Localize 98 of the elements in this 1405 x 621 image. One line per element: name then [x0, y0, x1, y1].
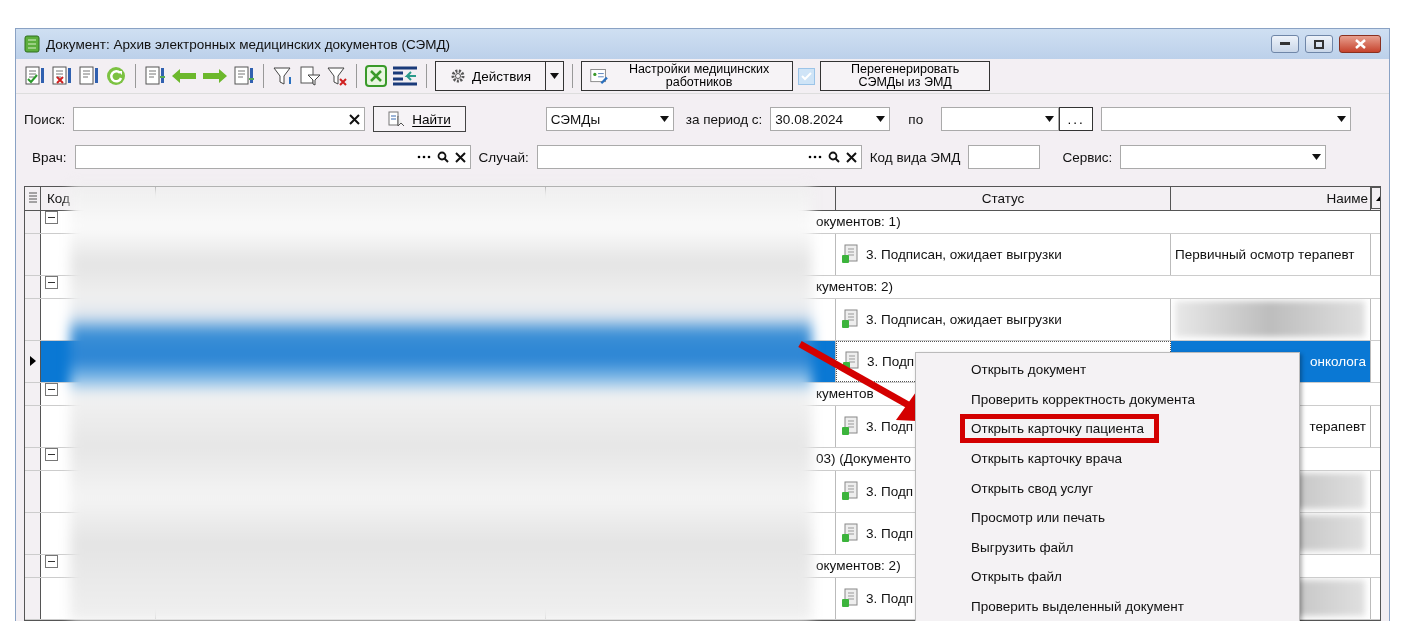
group-title: 03) (Документо — [816, 451, 911, 467]
row-header[interactable] — [25, 512, 41, 554]
gear-icon — [450, 68, 466, 84]
period-label: за период с: — [685, 111, 763, 127]
doctor-label: Врач: — [32, 149, 67, 165]
search-icon[interactable] — [436, 151, 449, 163]
document-delete-icon[interactable] — [51, 65, 73, 87]
staff-settings-button[interactable]: Настройки медицинских работников — [581, 61, 794, 91]
case-field[interactable] — [536, 145, 862, 169]
minimize-button[interactable] — [1271, 35, 1299, 53]
regenerate-button[interactable]: Перегенерировать СЭМДы из ЭМД — [820, 61, 991, 91]
list-icon[interactable] — [144, 65, 166, 87]
collapse-toggle[interactable] — [45, 382, 58, 396]
document-icon[interactable] — [78, 65, 100, 87]
menu-item[interactable]: Открыть карточку пациента — [960, 414, 1160, 444]
actions-button[interactable]: Действия — [435, 61, 547, 91]
ellipsis-icon[interactable] — [416, 155, 431, 159]
caret-icon — [1045, 116, 1055, 122]
find-icon — [388, 111, 407, 127]
search-field[interactable] — [73, 107, 366, 131]
minus-icon — [48, 388, 55, 390]
column-header[interactable]: Код — [47, 190, 70, 206]
clear-icon[interactable] — [349, 113, 361, 125]
group-title: кументов — [816, 386, 874, 402]
row-header[interactable] — [25, 577, 41, 619]
minus-icon — [48, 216, 55, 218]
status-cell: 3. Подписан, ожидает выгрузки — [836, 233, 1171, 275]
actions-dropdown[interactable] — [546, 61, 565, 91]
row-header[interactable] — [25, 447, 41, 470]
collapse-toggle[interactable] — [45, 275, 58, 289]
document-check-icon[interactable] — [24, 65, 46, 87]
signed-document-icon — [840, 243, 860, 266]
find-button[interactable]: Найти — [373, 106, 466, 132]
columns-icon[interactable] — [392, 66, 418, 86]
collapse-toggle[interactable] — [45, 555, 58, 568]
minus-icon — [48, 281, 55, 283]
row-pointer-icon — [29, 356, 36, 367]
staff-list-icon — [590, 66, 608, 86]
clear-icon[interactable] — [845, 151, 857, 163]
ellipsis-icon[interactable] — [807, 155, 822, 159]
row-header[interactable] — [25, 340, 41, 382]
to-label: по — [908, 111, 924, 127]
group-title: кументов: 2) — [816, 279, 894, 295]
checkbox[interactable] — [798, 67, 816, 85]
document-type-dropdown[interactable]: СЭМДы — [545, 107, 674, 131]
collapse-toggle[interactable] — [45, 447, 58, 461]
column-header[interactable]: Статус — [836, 187, 1171, 210]
row-header[interactable] — [25, 233, 41, 275]
spreadsheet-icon[interactable] — [365, 65, 387, 87]
signed-document-icon — [840, 415, 860, 438]
caret-icon — [876, 116, 886, 122]
filter-clear-icon[interactable] — [326, 65, 348, 87]
row-header[interactable] — [25, 382, 41, 405]
signed-document-icon — [840, 587, 860, 610]
search-label: Поиск: — [24, 111, 66, 127]
filter-icon[interactable] — [272, 65, 294, 87]
caret-icon — [659, 116, 669, 122]
group-title: окументов: 1) — [816, 214, 901, 230]
close-button[interactable] — [1339, 35, 1381, 53]
maximize-button[interactable] — [1305, 35, 1333, 53]
service-label: Сервис: — [1062, 149, 1113, 165]
doctor-field[interactable] — [74, 145, 471, 169]
app-icon — [24, 35, 40, 53]
name-cell: Первичный осмотр терапевт — [1171, 233, 1371, 275]
row-header[interactable] — [25, 405, 41, 447]
caret-icon — [1312, 154, 1322, 160]
list-icon[interactable] — [233, 65, 255, 87]
check-icon — [801, 71, 813, 81]
minimize-icon — [1280, 42, 1290, 46]
signed-document-icon — [840, 480, 860, 503]
clear-icon[interactable] — [454, 151, 466, 163]
group-title: окументов: 2) — [816, 558, 901, 574]
date-to-field[interactable] — [941, 107, 1060, 131]
more-button[interactable]: ... — [1059, 107, 1094, 131]
minus-icon — [48, 561, 55, 562]
collapse-toggle[interactable] — [45, 210, 58, 224]
search-icon[interactable] — [827, 151, 840, 163]
row-header[interactable] — [25, 470, 41, 512]
date-from-field[interactable]: 30.08.2024 — [770, 107, 891, 131]
document-filter-icon[interactable] — [299, 65, 321, 87]
caret-icon — [550, 73, 560, 79]
emd-code-field[interactable] — [968, 145, 1041, 169]
caret-icon — [1337, 116, 1347, 122]
row-header[interactable] — [25, 555, 41, 577]
close-icon — [1354, 39, 1366, 49]
signed-document-icon — [840, 308, 860, 331]
emd-code-label: Код вида ЭМД — [869, 149, 961, 165]
row-header[interactable] — [25, 275, 41, 298]
window-title: Документ: Архив электронных медицинских документов (СЭМД) — [46, 36, 452, 52]
signed-document-icon — [840, 522, 860, 545]
row-header[interactable] — [25, 298, 41, 340]
menu-item[interactable]: Открыть документ — [960, 355, 1098, 385]
row-header[interactable] — [25, 210, 41, 233]
menu-item[interactable]: Открыть свод услуг — [960, 473, 1105, 503]
minus-icon — [48, 453, 55, 455]
status-cell: 3. Подписан, ожидает выгрузки — [836, 298, 1171, 340]
maximize-icon — [1314, 39, 1324, 49]
case-label: Случай: — [478, 149, 529, 165]
